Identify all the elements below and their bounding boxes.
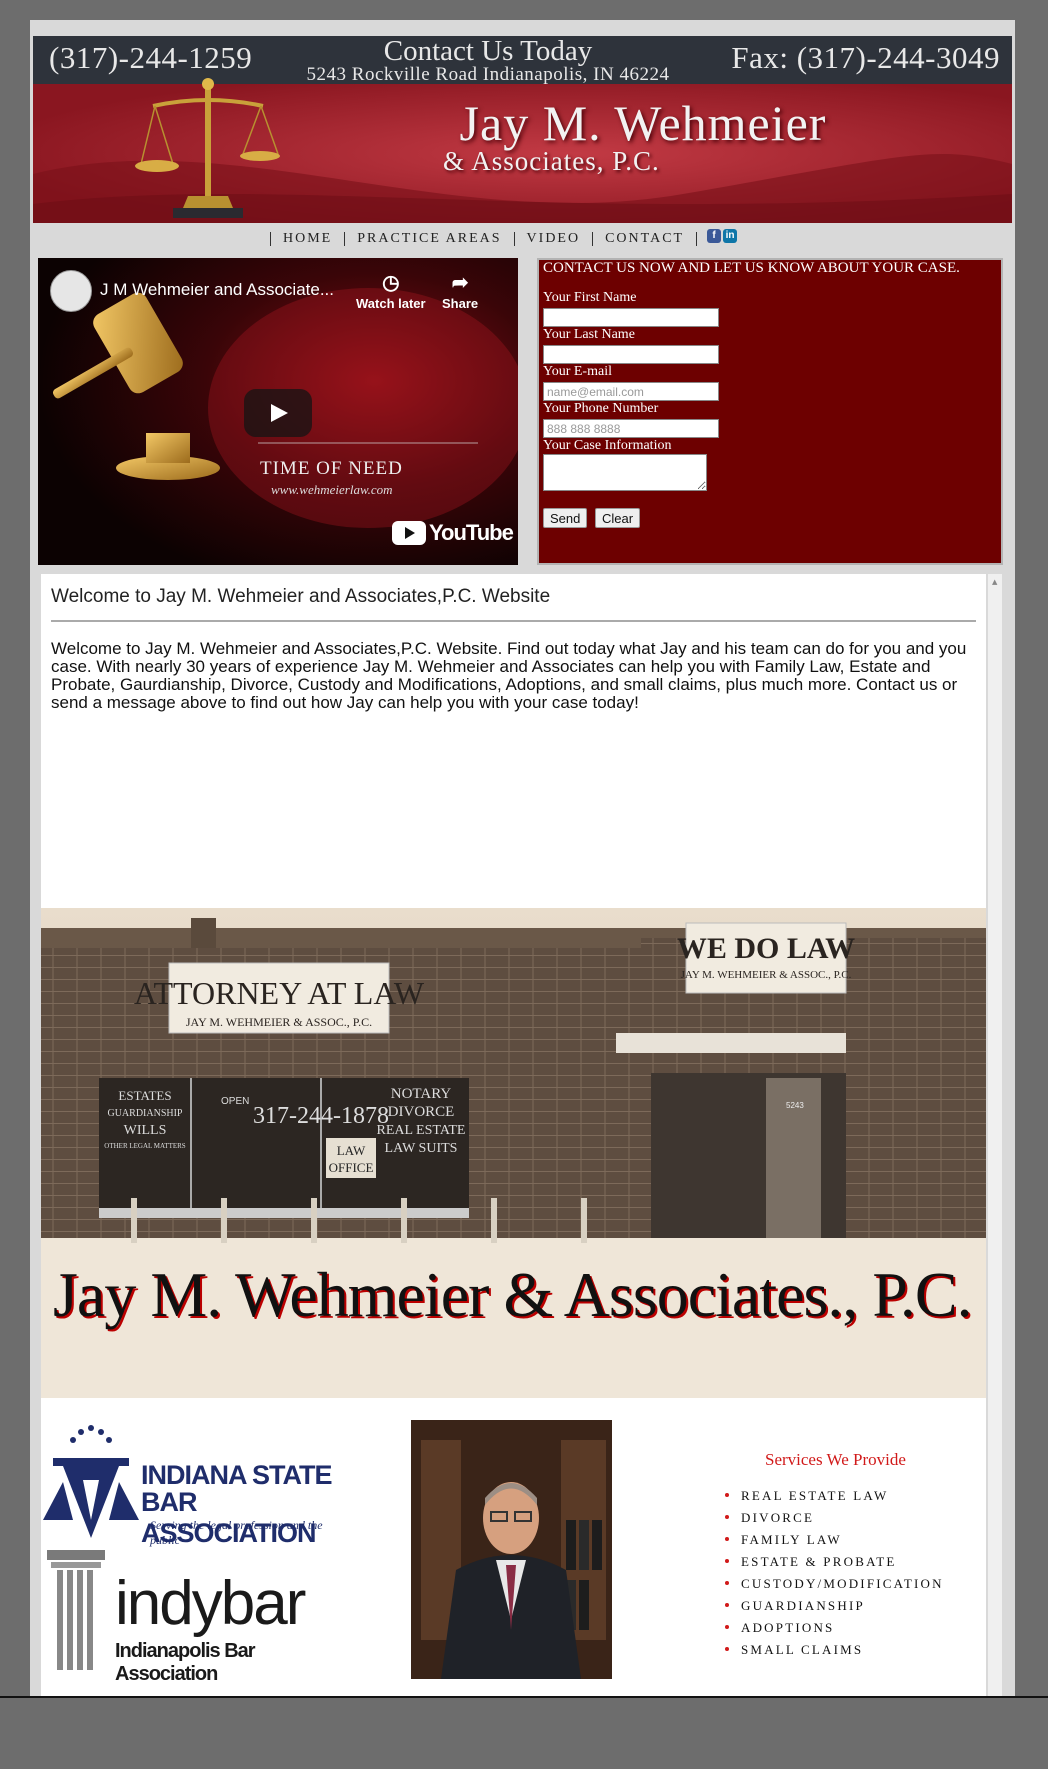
play-button[interactable] [244,389,312,437]
nav-video[interactable]: VIDEO [513,232,593,246]
welcome-paragraph: Welcome to Jay M. Wehmeier and Associate… [51,639,967,712]
window-office-1: LAW [337,1143,366,1158]
list-item: Custody/Modification [725,1576,944,1598]
header-address: 5243 Rockville Road Indianapolis, IN 462… [306,64,670,85]
list-item: Real Estate Law [725,1488,944,1510]
social-links: f in [707,229,738,243]
youtube-video-embed[interactable]: J M Wehmeier and Associate... ◷ Watch la… [38,258,518,565]
header-banner: (317)-244-1259 Contact Us Today 5243 Roc… [33,36,1012,223]
portrait-drawing [411,1420,612,1679]
clear-button[interactable]: Clear [595,508,641,528]
facebook-icon[interactable]: f [707,229,722,243]
youtube-wordmark: YouTube [429,520,514,545]
send-button[interactable]: Send [543,508,588,528]
window-phone: 317-244-1878 [253,1103,389,1129]
main-content: Welcome to Jay M. Wehmeier and Associate… [41,574,986,1696]
phone-label: Your Phone Number [543,401,659,416]
window-office-2: OFFICE [329,1160,374,1175]
header-fax: Fax: (317)-244-3049 [731,40,1000,75]
photo-sign-right-sub: JAY M. WEHMEIER & ASSOC., P.C. [681,969,852,981]
list-item: Small Claims [725,1642,944,1664]
window-left-4: OTHER LEGAL MATTERS [104,1142,186,1150]
nav-contact[interactable]: CONTACT [592,232,698,246]
main-navigation: HOME PRACTICE AREAS VIDEO CONTACT f in [30,224,1015,254]
share-button[interactable]: ➦ Share [442,270,478,311]
services-heading: Services We Provide [765,1450,906,1469]
page-bottom-rule [0,1696,1048,1698]
list-item: Estate & Probate [725,1554,944,1576]
share-label: Share [442,296,479,311]
clock-icon: ◷ [382,272,400,294]
indybar-wordmark: indybar [115,1569,306,1638]
page-container: (317)-244-1259 Contact Us Today 5243 Roc… [30,20,1015,1696]
office-building-photo: ATTORNEY AT LAW JAY M. WEHMEIER & ASSOC.… [41,908,986,1398]
photo-sign-right: WE DO LAW [677,932,855,965]
share-icon: ➦ [451,272,469,294]
linkedin-icon[interactable]: in [723,229,738,243]
list-item: Adoptions [725,1620,944,1642]
youtube-play-icon [392,521,426,545]
scales-of-justice-icon [135,78,280,218]
last-name-field[interactable] [543,345,719,364]
first-name-label: Your First Name [543,290,637,305]
window-right-2: DIVORCE [388,1104,455,1120]
list-item: Divorce [725,1510,944,1532]
isba-emblem-icon [43,1425,139,1538]
indybar-logo[interactable]: indybar Indianapolis Bar Association [47,1550,337,1685]
contact-form: CONTACT US NOW AND LET US KNOW ABOUT YOU… [537,258,1003,565]
header-phone: (317)-244-1259 [49,40,253,75]
indybar-subtitle: Indianapolis Bar Association [115,1640,256,1685]
firm-name-title: Jay M. Wehmeier [459,95,827,151]
attorney-portrait [411,1420,612,1679]
window-right-1: NOTARY [391,1086,452,1102]
column-icon [47,1550,105,1670]
list-item: Guardianship [725,1598,944,1620]
list-item: Family Law [725,1532,944,1554]
email-field[interactable] [543,382,719,401]
channel-avatar[interactable] [50,270,92,312]
window-right-3: REAL ESTATE [377,1123,466,1138]
scrollbar[interactable]: ▲ [988,574,1002,1696]
nav-practice-areas[interactable]: PRACTICE AREAS [344,232,513,246]
isba-tagline: Serving the legal profession and the pub… [150,1518,323,1547]
email-label: Your E-mail [543,364,612,379]
scroll-up-arrow-icon[interactable]: ▲ [992,578,997,586]
case-info-field[interactable] [543,454,707,491]
firm-name-subtitle: & Associates, P.C. [443,146,660,176]
window-left-3: WILLS [124,1123,167,1138]
photo-caption: Jay M. Wehmeier & Associates., P.C. [53,1259,973,1330]
window-left-2: GUARDIANSHIP [107,1108,182,1119]
window-left-1: ESTATES [118,1088,171,1103]
video-overlay-url: www.wehmeierlaw.com [271,482,393,497]
photo-sign-main-sub: JAY M. WEHMEIER & ASSOC., P.C. [186,1015,372,1029]
phone-field[interactable] [543,419,719,438]
video-title[interactable]: J M Wehmeier and Associate... [100,280,334,300]
photo-door-number: 5243 [786,1101,804,1110]
welcome-heading: Welcome to Jay M. Wehmeier and Associate… [51,586,551,607]
services-list: Real Estate Law Divorce Family Law Estat… [725,1488,944,1664]
last-name-label: Your Last Name [543,327,635,342]
divider [51,620,976,622]
isba-logo[interactable]: INDIANA STATE BAR ASSOCIATION Serving th… [43,1420,333,1550]
watch-later-label: Watch later [356,296,426,311]
video-overlay-text: TIME OF NEED [260,458,403,479]
photo-sign-main: ATTORNEY AT LAW [134,975,425,1011]
window-right-4: LAW SUITS [385,1141,458,1156]
youtube-logo[interactable]: YouTube [392,520,514,546]
case-info-label: Your Case Information [543,438,672,453]
first-name-field[interactable] [543,308,719,327]
watch-later-button[interactable]: ◷ Watch later [356,270,426,311]
nav-home[interactable]: HOME [270,232,344,246]
window-open-sign: OPEN [221,1096,249,1107]
form-heading: CONTACT US NOW AND LET US KNOW ABOUT YOU… [543,260,960,276]
